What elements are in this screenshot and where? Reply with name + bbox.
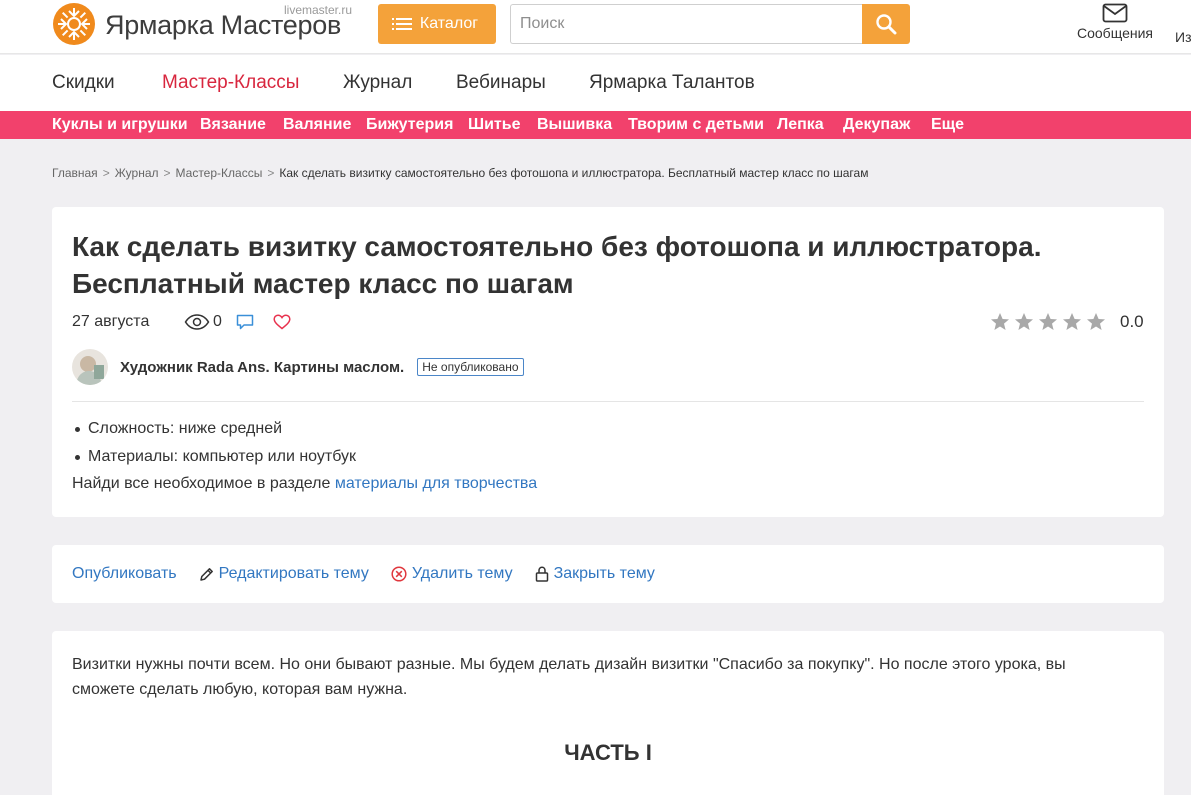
divider [72,401,1144,402]
publish-label: Опубликовать [72,565,177,582]
delete-topic-label: Удалить тему [411,565,513,582]
article-intro: Визитки нужны почти всем. Но они бывают … [72,656,1066,698]
breadcrumb-separator: > [163,166,171,180]
nav-item-discounts[interactable]: Скидки [52,72,115,94]
catalog-label: Каталог [419,15,479,32]
search-button[interactable] [862,4,910,44]
envelope-icon [1102,3,1128,23]
breadcrumb-current: Как сделать визитку самостоятельно без ф… [279,166,869,180]
star-icon[interactable] [1038,312,1058,332]
topic-actions: Опубликовать Редактировать тему Удалить … [72,565,655,583]
category-kids[interactable]: Творим с детьми [628,116,764,134]
like-button[interactable] [273,314,291,330]
views-counter: 0 [184,313,222,331]
breadcrumb-separator: > [102,166,110,180]
article-content-card: Визитки нужны почти всем. Но они бывают … [52,631,1164,795]
star-icon[interactable] [1062,312,1082,332]
lock-icon [535,566,548,582]
materials-hint-text: Найди все необходимое в разделе [72,475,335,492]
article-date: 27 августа [72,313,150,330]
edit-topic-label: Редактировать тему [218,565,369,582]
search-icon [876,14,897,35]
category-jewelry[interactable]: Бижутерия [366,116,453,134]
article-meta: 27 августа 0 [72,313,291,331]
menu-icon [391,18,412,30]
topic-actions-card: Опубликовать Редактировать тему Удалить … [52,545,1164,603]
category-bar: Куклы и игрушки Вязание Валяние Бижутери… [0,111,1191,139]
breadcrumb-home[interactable]: Главная [52,166,98,180]
delete-icon [391,566,407,582]
article-header-card: Как сделать визитку самостоятельно без ф… [52,207,1164,517]
breadcrumb-master-classes[interactable]: Мастер-Классы [176,166,263,180]
star-icon[interactable] [1014,312,1034,332]
heart-icon [273,314,291,330]
eye-icon [184,314,210,330]
breadcrumb: Главная > Журнал > Мастер-Классы > Как сделать… [52,166,868,180]
page-title-line1: Как сделать визитку самостоятельно без ф… [72,231,1042,262]
comments-button[interactable] [236,314,254,330]
category-felting[interactable]: Валяние [283,116,351,134]
breadcrumb-separator: > [267,166,275,180]
logo-domain: livemaster.ru [284,3,353,17]
materials-hint: Найди все необходимое в разделе материал… [72,475,537,493]
logo-sun-icon [53,3,95,45]
author-block: Художник Rada Ans. Картины маслом. Не оп… [72,349,524,385]
category-decoupage[interactable]: Декупаж [843,116,910,134]
page-title-line2: Бесплатный мастер класс по шагам [72,268,574,299]
breadcrumb-journal[interactable]: Журнал [115,166,159,180]
rating-score: 0.0 [1120,312,1144,331]
comment-icon [236,314,254,330]
category-embroidery[interactable]: Вышивка [537,116,612,134]
spec-difficulty: Сложность: ниже средней [72,415,356,443]
messages-label: Сообщения [1077,25,1153,41]
catalog-button[interactable]: Каталог [378,4,496,44]
nav-item-master-classes[interactable]: Мастер-Классы [162,72,299,94]
rating-stars: 0.0 [990,312,1144,332]
status-badge: Не опубликовано [417,358,524,376]
favorites-link[interactable]: Из [1175,29,1191,45]
part-heading: ЧАСТЬ I [564,740,652,765]
category-modeling[interactable]: Лепка [777,116,824,134]
main-nav: Скидки Мастер-Классы Журнал Вебинары Ярм… [0,55,1191,111]
nav-item-journal[interactable]: Журнал [343,72,412,94]
spec-materials: Материалы: компьютер или ноутбук [72,443,356,471]
avatar[interactable] [72,349,108,385]
star-icon[interactable] [990,312,1010,332]
messages-link[interactable]: Сообщения [1070,3,1160,41]
category-dolls[interactable]: Куклы и игрушки [52,116,188,134]
views-count: 0 [213,313,222,330]
close-topic-label: Закрыть тему [553,565,655,582]
category-more[interactable]: Еще [931,116,964,134]
materials-link[interactable]: материалы для творчества [335,475,537,492]
avatar-image [72,349,108,385]
search-input[interactable] [510,4,864,44]
edit-topic-button[interactable]: Редактировать тему [199,565,369,583]
author-name[interactable]: Художник Rada Ans. Картины маслом. [120,359,404,376]
nav-item-talents[interactable]: Ярмарка Талантов [589,72,755,94]
publish-button[interactable]: Опубликовать [72,565,177,583]
nav-item-webinars[interactable]: Вебинары [456,72,546,94]
category-sewing[interactable]: Шитье [468,116,520,134]
article-specs: Сложность: ниже средней Материалы: компь… [72,415,356,471]
top-header: Ярмарка Мастеров livemaster.ru Каталог С… [0,0,1191,54]
pencil-icon [199,568,213,581]
page-title: Как сделать визитку самостоятельно без ф… [72,228,1132,302]
delete-topic-button[interactable]: Удалить тему [391,565,513,583]
star-icon[interactable] [1086,312,1106,332]
category-knitting[interactable]: Вязание [200,116,266,134]
close-topic-button[interactable]: Закрыть тему [535,565,655,583]
